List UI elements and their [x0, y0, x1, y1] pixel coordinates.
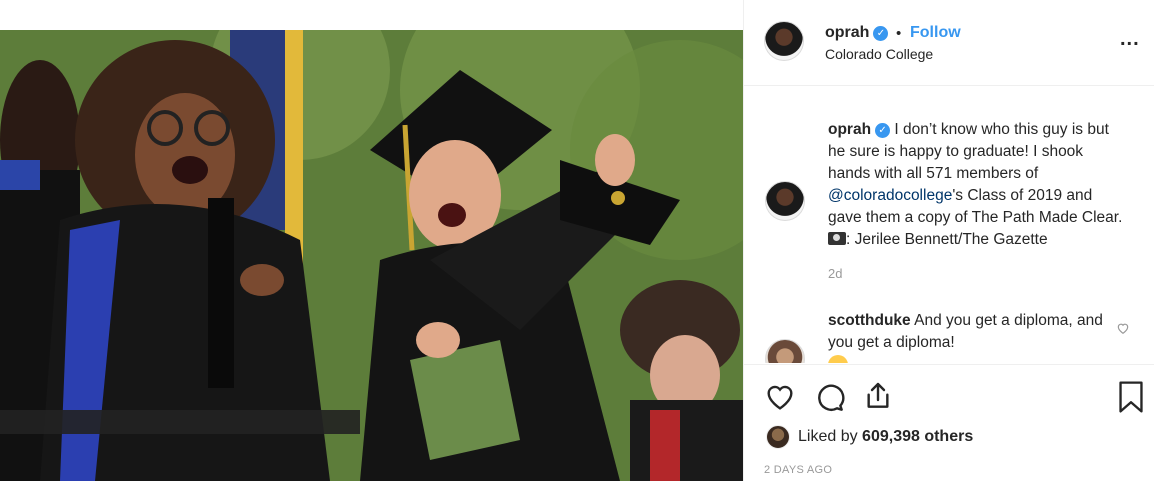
post-location[interactable]: Colorado College: [825, 46, 933, 62]
author-username[interactable]: oprah ✓: [825, 24, 889, 42]
post-caption: oprah ✓ I don’t know who this guy is but …: [828, 119, 1128, 251]
verified-badge-icon: ✓: [873, 26, 889, 41]
bookmark-icon[interactable]: [1115, 380, 1147, 414]
header-separator: •: [896, 25, 902, 42]
post-photo[interactable]: [0, 0, 743, 481]
caption-username[interactable]: oprah: [828, 121, 871, 138]
post-header: oprah ✓ • Follow Colorado College ...: [744, 0, 1154, 86]
camera-emoji-icon: [828, 232, 846, 245]
photo-illustration: [0, 30, 743, 481]
heart-icon[interactable]: [764, 381, 796, 413]
author-avatar[interactable]: [764, 21, 804, 61]
likes-prefix: Liked by: [798, 428, 863, 445]
verified-badge-icon: ✓: [875, 123, 891, 138]
post-timestamp[interactable]: 2 DAYS AGO: [764, 464, 832, 476]
comment-item: scotthduke And you get a diploma, and yo…: [828, 310, 1108, 354]
comment-bubble-icon[interactable]: [813, 381, 845, 413]
share-icon[interactable]: [862, 380, 894, 412]
caption-age: 2d: [828, 266, 843, 281]
caption-mention-link[interactable]: @coloradocollege: [828, 187, 952, 204]
caption-author-avatar[interactable]: [765, 181, 805, 221]
comments-area[interactable]: oprah ✓ I don’t know who this guy is but …: [744, 87, 1154, 363]
comment-username[interactable]: scotthduke: [828, 312, 911, 329]
author-username-text[interactable]: oprah: [825, 24, 869, 41]
emoji-partial-icon: [828, 355, 848, 363]
liker-avatar[interactable]: [766, 425, 790, 449]
comment-like-heart-icon[interactable]: [1116, 321, 1130, 335]
commenter-avatar[interactable]: [765, 339, 805, 363]
caption-photo-credit: : Jerilee Bennett/The Gazette: [846, 231, 1048, 248]
post-actions: Liked by 609,398 others 2 DAYS AGO: [744, 364, 1154, 481]
more-options-button[interactable]: ...: [1120, 28, 1140, 51]
likes-count[interactable]: 609,398 others: [862, 428, 973, 445]
post-side-panel: oprah ✓ • Follow Colorado College ... opr…: [743, 0, 1154, 481]
follow-button[interactable]: Follow: [910, 24, 961, 42]
likes-text[interactable]: Liked by 609,398 others: [798, 428, 973, 446]
